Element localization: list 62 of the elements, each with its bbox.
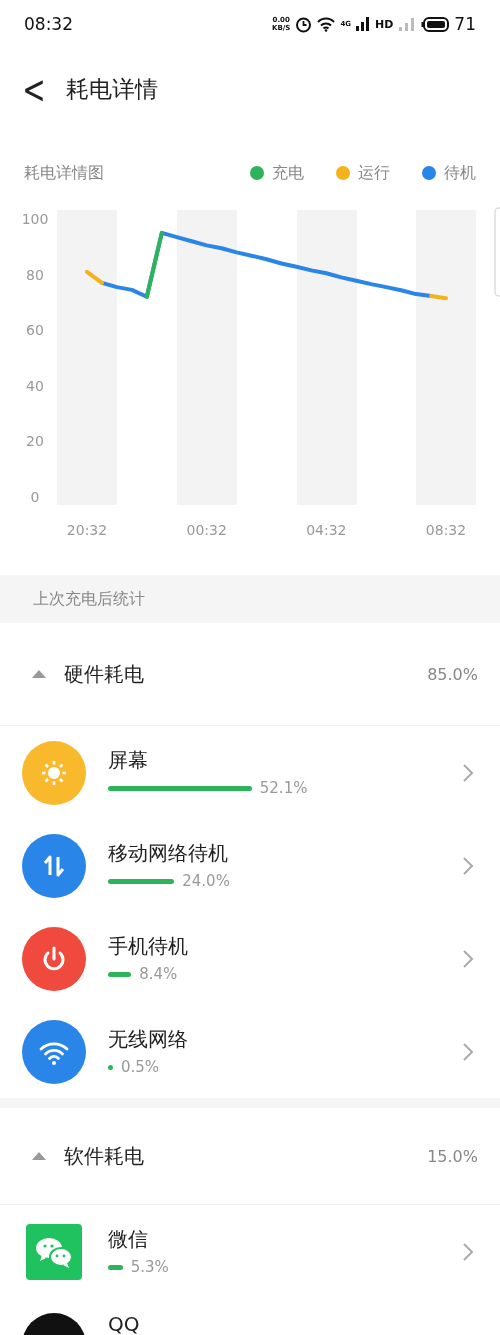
usage-percent: 8.4% [139, 965, 178, 983]
item-name: 无线网络 [108, 1026, 189, 1053]
legend-label: 运行 [358, 162, 390, 184]
usage-bar [108, 878, 175, 884]
sun-icon [22, 740, 86, 805]
usage-bar [108, 1264, 123, 1270]
collapse-triangle-icon[interactable] [32, 669, 46, 679]
section-percent: 85.0% [427, 664, 478, 684]
battery-icon [421, 16, 450, 32]
section-percent: 15.0% [427, 1146, 478, 1166]
usage-row[interactable]: 无线网络 0.5% [0, 1005, 500, 1098]
up-down-arrows-icon [22, 833, 86, 898]
page-title: 耗电详情 [66, 74, 158, 104]
axis-label: 00:32 [186, 522, 227, 538]
item-name: 微信 [108, 1226, 149, 1253]
wifi-icon [22, 1019, 86, 1084]
hd-label: HD [375, 17, 394, 31]
item-name: QQ [108, 1312, 141, 1335]
axis-label: 20:32 [66, 522, 108, 538]
usage-percent: 52.1% [259, 779, 308, 797]
alarm-icon [295, 15, 313, 33]
signal-icon [398, 17, 417, 31]
axis-label: 60 [26, 322, 44, 339]
usage-percent: 5.3% [130, 1258, 169, 1276]
legend-label: 待机 [444, 162, 476, 184]
usage-bar [108, 1064, 113, 1070]
wifi-icon [317, 16, 336, 32]
usage-bar [108, 971, 132, 977]
axis-label: 20 [26, 433, 44, 450]
chart-title: 耗电详情图 [24, 162, 105, 184]
usage-row[interactable]: QQ [0, 1298, 500, 1335]
section-title: 软件耗电 [64, 1142, 145, 1170]
clock: 08:32 [24, 14, 73, 34]
usage-percent: 24.0% [182, 872, 230, 890]
usage-row[interactable]: 微信 5.3% [0, 1205, 500, 1298]
usage-row[interactable]: 屏幕 52.1% [0, 726, 500, 819]
chevron-icon [462, 1241, 474, 1262]
legend-label: 充电 [272, 162, 304, 184]
scroll-handle[interactable] [494, 207, 500, 297]
usage-row[interactable]: 移动网络待机 24.0% [0, 819, 500, 912]
signal-icon [356, 17, 370, 31]
back-button[interactable]: < [20, 63, 48, 115]
battery-level: 71 [454, 14, 476, 34]
axis-label: 40 [26, 377, 44, 394]
usage-percent: 0.5% [121, 1058, 160, 1076]
chevron-icon [462, 762, 474, 783]
item-name: 手机待机 [108, 933, 189, 960]
power-icon [22, 926, 86, 991]
chevron-icon [462, 1041, 474, 1062]
axis-label: 0 [30, 489, 40, 505]
axis-label: 04:32 [306, 522, 347, 538]
axis-label: 100 [21, 211, 49, 227]
axis-label: 80 [26, 266, 44, 283]
item-name: 屏幕 [108, 747, 149, 774]
item-name: 移动网络待机 [108, 840, 229, 867]
section-title: 硬件耗电 [64, 660, 145, 688]
chevron-icon [462, 948, 474, 969]
chevron-icon [462, 855, 474, 876]
usage-row[interactable]: 手机待机 8.4% [0, 912, 500, 1005]
section-label: 上次充电后统计 [33, 588, 145, 610]
axis-label: 08:32 [425, 522, 467, 538]
collapse-triangle-icon[interactable] [32, 1151, 46, 1161]
